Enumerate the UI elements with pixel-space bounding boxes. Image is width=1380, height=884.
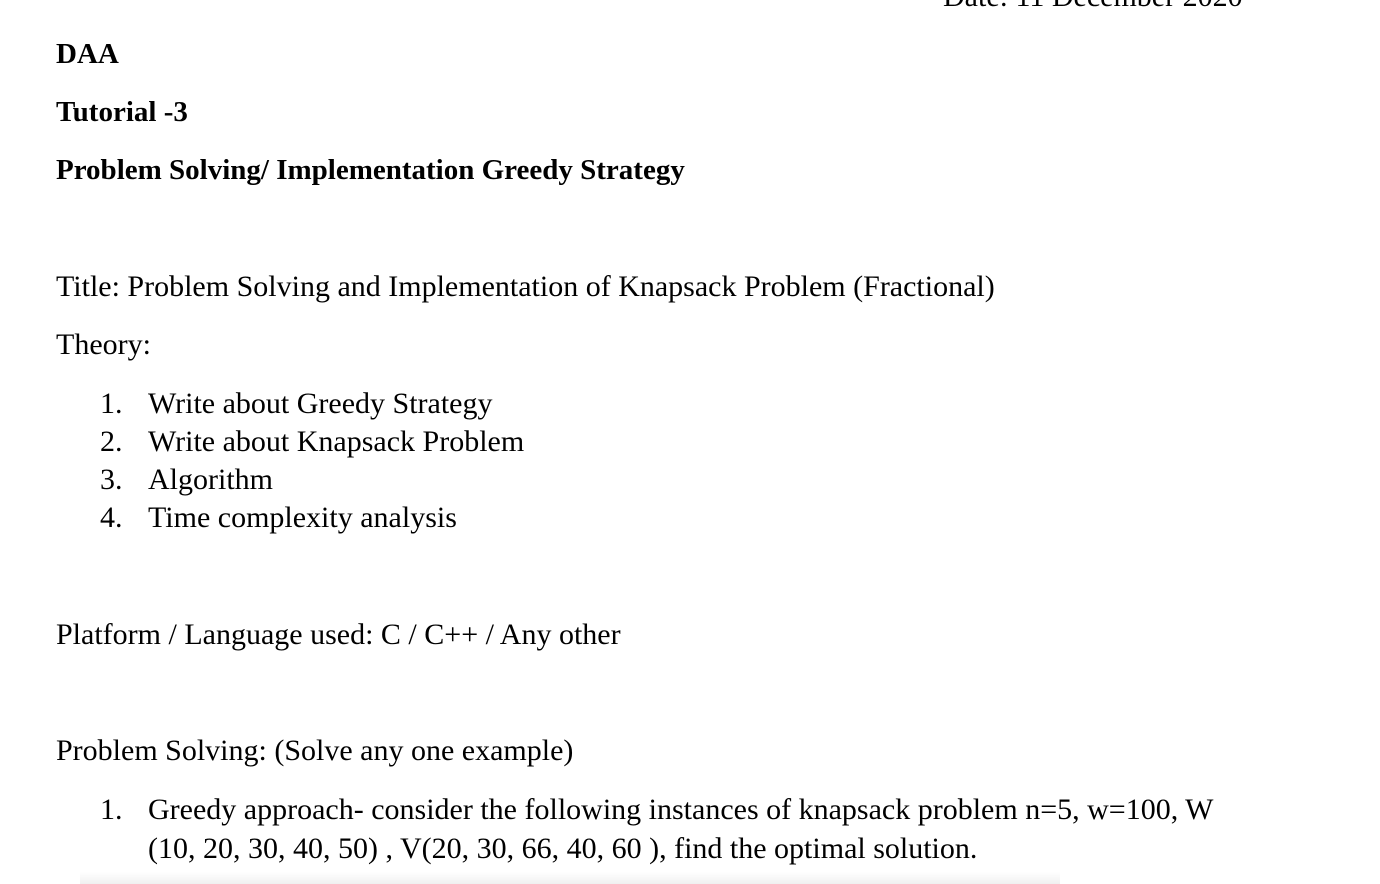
topic-heading: Problem Solving/ Implementation Greedy S… <box>56 154 685 186</box>
course-heading: DAA <box>56 38 119 70</box>
theory-item: 4. Time complexity analysis <box>100 501 457 535</box>
problem-item-number: 1. <box>100 793 123 826</box>
theory-item-text: Write about Greedy Strategy <box>148 387 493 420</box>
theory-item-text: Time complexity analysis <box>148 501 457 534</box>
theory-item-text: Algorithm <box>148 463 273 496</box>
theory-item-number: 2. <box>100 425 123 458</box>
theory-item-number: 3. <box>100 463 123 496</box>
theory-item: 1. Write about Greedy Strategy <box>100 387 493 421</box>
theory-item: 3. Algorithm <box>100 463 273 497</box>
date-text: Date: 11 December 2020 <box>943 0 1243 14</box>
problem-solving-label: Problem Solving: (Solve any one example) <box>56 734 574 767</box>
title-line: Title: Problem Solving and Implementatio… <box>56 270 995 303</box>
page-edge-shadow <box>80 872 1060 884</box>
theory-item-number: 4. <box>100 501 123 534</box>
theory-item-text: Write about Knapsack Problem <box>148 425 525 458</box>
theory-item-number: 1. <box>100 387 123 420</box>
theory-item: 2. Write about Knapsack Problem <box>100 425 524 459</box>
theory-label: Theory: <box>56 328 151 361</box>
document-page: Date: 11 December 2020 DAA Tutorial -3 P… <box>0 0 1380 884</box>
platform-line: Platform / Language used: C / C++ / Any … <box>56 618 621 651</box>
problem-item-text: Greedy approach- consider the following … <box>148 793 1213 865</box>
tutorial-heading: Tutorial -3 <box>56 96 188 128</box>
problem-item: 1. Greedy approach- consider the followi… <box>100 790 1260 868</box>
